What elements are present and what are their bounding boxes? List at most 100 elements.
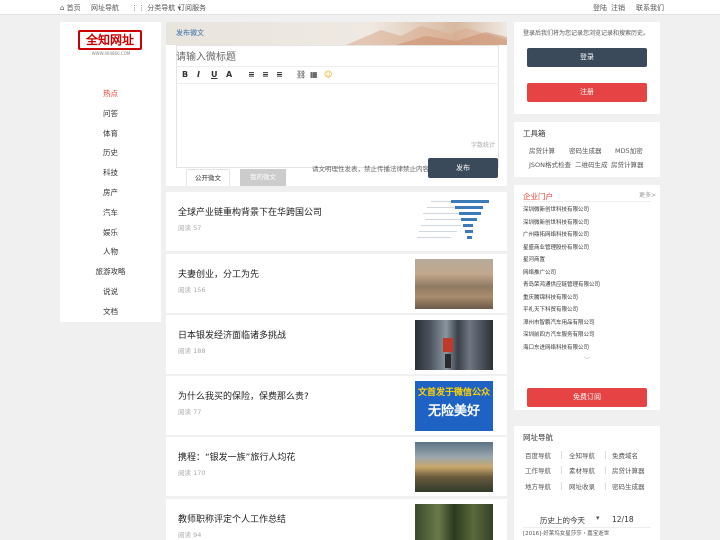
tool-json[interactable]: JSON格式检查 (529, 159, 571, 169)
nav-item-talk[interactable]: 说说 (60, 282, 161, 302)
company-link[interactable]: 平礼天下科贸有限公司 (523, 305, 578, 313)
divider (523, 201, 651, 202)
editor-box[interactable] (176, 45, 499, 168)
company-link[interactable]: 深圳前四方汽车服务有限公司 (523, 330, 595, 338)
nav-item-entertainment[interactable]: 娱乐 (60, 223, 161, 243)
company-link[interactable]: 星河商置 (523, 255, 545, 263)
home-link[interactable]: ⌂ 首页 (60, 3, 81, 13)
article-thumbnail[interactable] (415, 197, 493, 247)
article-item[interactable]: 全球产业链重构背景下在华跨国公司 阅读 57 (166, 192, 507, 251)
chevron-down-icon[interactable]: ▾ (596, 514, 600, 522)
article-reads: 阅读 170 (178, 469, 206, 477)
nav-link[interactable]: 房贷计算器 (612, 465, 645, 475)
post-tab-header[interactable]: 发布微文 (176, 28, 204, 38)
tool-md5[interactable]: MD5加密 (615, 145, 643, 155)
bold-button[interactable]: B (182, 70, 188, 79)
article-title[interactable]: 携程：“银发一族”旅行人均花 (178, 450, 295, 463)
nav-item-people[interactable]: 人物 (60, 242, 161, 262)
align-left-icon[interactable]: ≡ (248, 70, 255, 79)
company-link[interactable]: 海口东进网络科技有限公司 (523, 343, 589, 351)
nav-item-qa[interactable]: 问答 (60, 104, 161, 124)
portal-panel: 企业门户 更多> 深圳微新创世科技有限公司 深圳微新创世科技有限公司 广州鼎拓网… (514, 185, 660, 410)
nav-link[interactable]: 地方导航 (525, 481, 551, 491)
tool-password[interactable]: 密码生成器 (569, 145, 602, 155)
divider (605, 466, 606, 474)
logout-link[interactable]: 注销 (611, 3, 625, 13)
article-item[interactable]: 夫妻创业，分工为先 阅读 156 (166, 254, 507, 313)
tab-public-posts[interactable]: 公开微文 (186, 169, 230, 186)
company-link[interactable]: 青岛荣鸿通供应链管理有限公司 (523, 280, 600, 288)
company-link[interactable]: 重庆騰锦科技有限公司 (523, 293, 578, 301)
image-icon[interactable]: ▦ (310, 70, 318, 79)
company-link[interactable]: 星盛商业管理股份有限公司 (523, 243, 589, 251)
font-color-button[interactable]: A (226, 70, 232, 79)
article-thumbnail[interactable] (415, 442, 493, 492)
login-button[interactable]: 登录 (527, 48, 647, 67)
italic-button[interactable]: I (197, 70, 200, 79)
article-title[interactable]: 教师职称评定个人工作总结 (178, 512, 286, 525)
nav-item-auto[interactable]: 汽车 (60, 203, 161, 223)
align-center-icon[interactable]: ≡ (262, 70, 269, 79)
divider (605, 451, 606, 459)
nav-item-tech[interactable]: 科技 (60, 163, 161, 183)
left-sidebar: 全知网址 WWW.494866.COM 热点 问答 体育 历史 科技 房产 汽车… (60, 22, 161, 322)
chevron-down-icon[interactable]: ﹀ (584, 355, 590, 364)
publish-button[interactable]: 发布 (428, 158, 498, 178)
nav-item-hot[interactable]: 热点 (60, 84, 161, 104)
nav-item-realestate[interactable]: 房产 (60, 183, 161, 203)
article-title[interactable]: 日本银发经济面临诸多挑战 (178, 328, 286, 341)
title-input[interactable]: 请输入微标题 (176, 48, 236, 63)
nav-link[interactable]: 全知导航 (569, 450, 595, 460)
article-reads: 阅读 156 (178, 286, 206, 294)
tool-qrcode[interactable]: 二维码生成 (575, 159, 608, 169)
article-title[interactable]: 为什么我买的保险，保费那么贵? (178, 389, 309, 402)
article-thumbnail[interactable] (415, 504, 493, 540)
link-icon[interactable]: ⛓ (296, 70, 306, 79)
underline-button[interactable]: U (211, 70, 218, 79)
divider (605, 482, 606, 490)
company-link[interactable]: 深圳微新创世科技有限公司 (523, 205, 589, 213)
nav-item-docs[interactable]: 文档 (60, 302, 161, 322)
register-button[interactable]: 注册 (527, 83, 647, 102)
subscribe-button[interactable]: 免费订阅 (527, 388, 647, 407)
article-item[interactable]: 日本银发经济面临诸多挑战 阅读 188 (166, 315, 507, 374)
nav-link[interactable]: 百度导航 (525, 450, 551, 460)
history-date[interactable]: 12/18 (612, 515, 634, 524)
company-link[interactable]: 广州鼎拓网络科技有限公司 (523, 230, 589, 238)
article-item[interactable]: 为什么我买的保险，保费那么贵? 阅读 77 文首发于微信公众 无险美好 (166, 376, 507, 435)
article-thumbnail[interactable]: 文首发于微信公众 无险美好 (415, 381, 493, 431)
nav-link[interactable]: 密码生成器 (612, 481, 645, 491)
tab-my-posts[interactable]: 我的微文 (240, 169, 286, 186)
history-label: 历史上的今天 (540, 516, 585, 525)
history-item[interactable]: [2016]-好莱坞女星莎莎・嘉宝逝世 (523, 529, 609, 537)
toolbox-title: 工具箱 (523, 129, 546, 138)
category-nav-link[interactable]: ⋮⋮ 分类导航 ▾ (131, 3, 181, 13)
align-right-icon[interactable]: ≡ (276, 70, 283, 79)
nav-item-sports[interactable]: 体育 (60, 124, 161, 144)
subscribe-link[interactable]: 订阅服务 (178, 3, 206, 13)
nav-link[interactable]: 免费域名 (612, 450, 638, 460)
nav-item-history[interactable]: 历史 (60, 143, 161, 163)
login-link[interactable]: 登陆 (593, 3, 607, 13)
nav-link[interactable]: 工作导航 (525, 465, 551, 475)
article-thumbnail[interactable] (415, 320, 493, 370)
article-thumbnail[interactable] (415, 259, 493, 309)
divider (561, 451, 562, 459)
contact-link[interactable]: 联系我们 (636, 3, 664, 13)
company-link[interactable]: 网络推广公司 (523, 268, 556, 276)
article-item[interactable]: 教师职称评定个人工作总结 阅读 94 (166, 499, 507, 540)
site-nav-link[interactable]: 网址导航 (91, 3, 119, 13)
article-item[interactable]: 携程：“银发一族”旅行人均花 阅读 170 (166, 437, 507, 496)
nav-link[interactable]: 网址收录 (569, 481, 595, 491)
tool-mortgage[interactable]: 房贷计算 (529, 145, 555, 155)
nav-link[interactable]: 素材导航 (569, 465, 595, 475)
site-logo[interactable]: 全知网址 (78, 30, 142, 50)
nav-item-travel[interactable]: 旅游攻略 (60, 262, 161, 282)
company-link[interactable]: 漳州市智鹏汽车用品有限公司 (523, 318, 595, 326)
article-title[interactable]: 全球产业链重构背景下在华跨国公司 (178, 205, 322, 218)
emoji-icon[interactable]: ☺ (324, 70, 332, 79)
article-title[interactable]: 夫妻创业，分工为先 (178, 267, 259, 280)
company-link[interactable]: 深圳微新创世科技有限公司 (523, 218, 589, 226)
tool-mortgage-calc[interactable]: 房贷计算器 (611, 159, 644, 169)
portal-more-link[interactable]: 更多> (639, 190, 656, 199)
